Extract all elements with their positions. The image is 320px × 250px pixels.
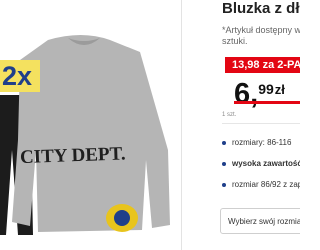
product-image[interactable]: 2x CITY DEPT. — [0, 0, 180, 250]
price-main: 6, — [234, 78, 259, 110]
availability-line: *Artykuł dostępny wyłąc — [222, 25, 300, 35]
feature-item: wysoka zawartość b — [222, 159, 300, 169]
availability-note: *Artykuł dostępny wyłąc sztuki. — [222, 25, 300, 47]
feature-item: rozmiary: 86-116 — [222, 138, 300, 148]
unit-price: 6,99zł — [234, 79, 285, 109]
feature-item: rozmiar 86/92 z zapi — [222, 180, 300, 190]
availability-line: sztuki. — [222, 36, 248, 46]
size-select[interactable]: Wybierz swój rozmiar! — [220, 208, 300, 234]
product-photo — [0, 35, 170, 235]
multipack-badge: 2x — [0, 60, 40, 92]
unit-label: 1 szt. — [222, 112, 237, 118]
multipack-price-badge: 13,98 za 2-PA — [225, 57, 300, 73]
product-details: Bluzka z dłu *Artykuł dostępny wyłąc szt… — [182, 0, 300, 250]
price-cents: 99 — [258, 81, 274, 97]
separator — [222, 123, 300, 124]
feature-list: rozmiary: 86-116 wysoka zawartość b rozm… — [222, 138, 300, 201]
product-title: Bluzka z dłu — [222, 0, 300, 17]
price-currency: zł — [274, 82, 285, 97]
price-underline — [234, 101, 300, 104]
shirt-print-text: CITY DEPT. — [19, 143, 126, 169]
